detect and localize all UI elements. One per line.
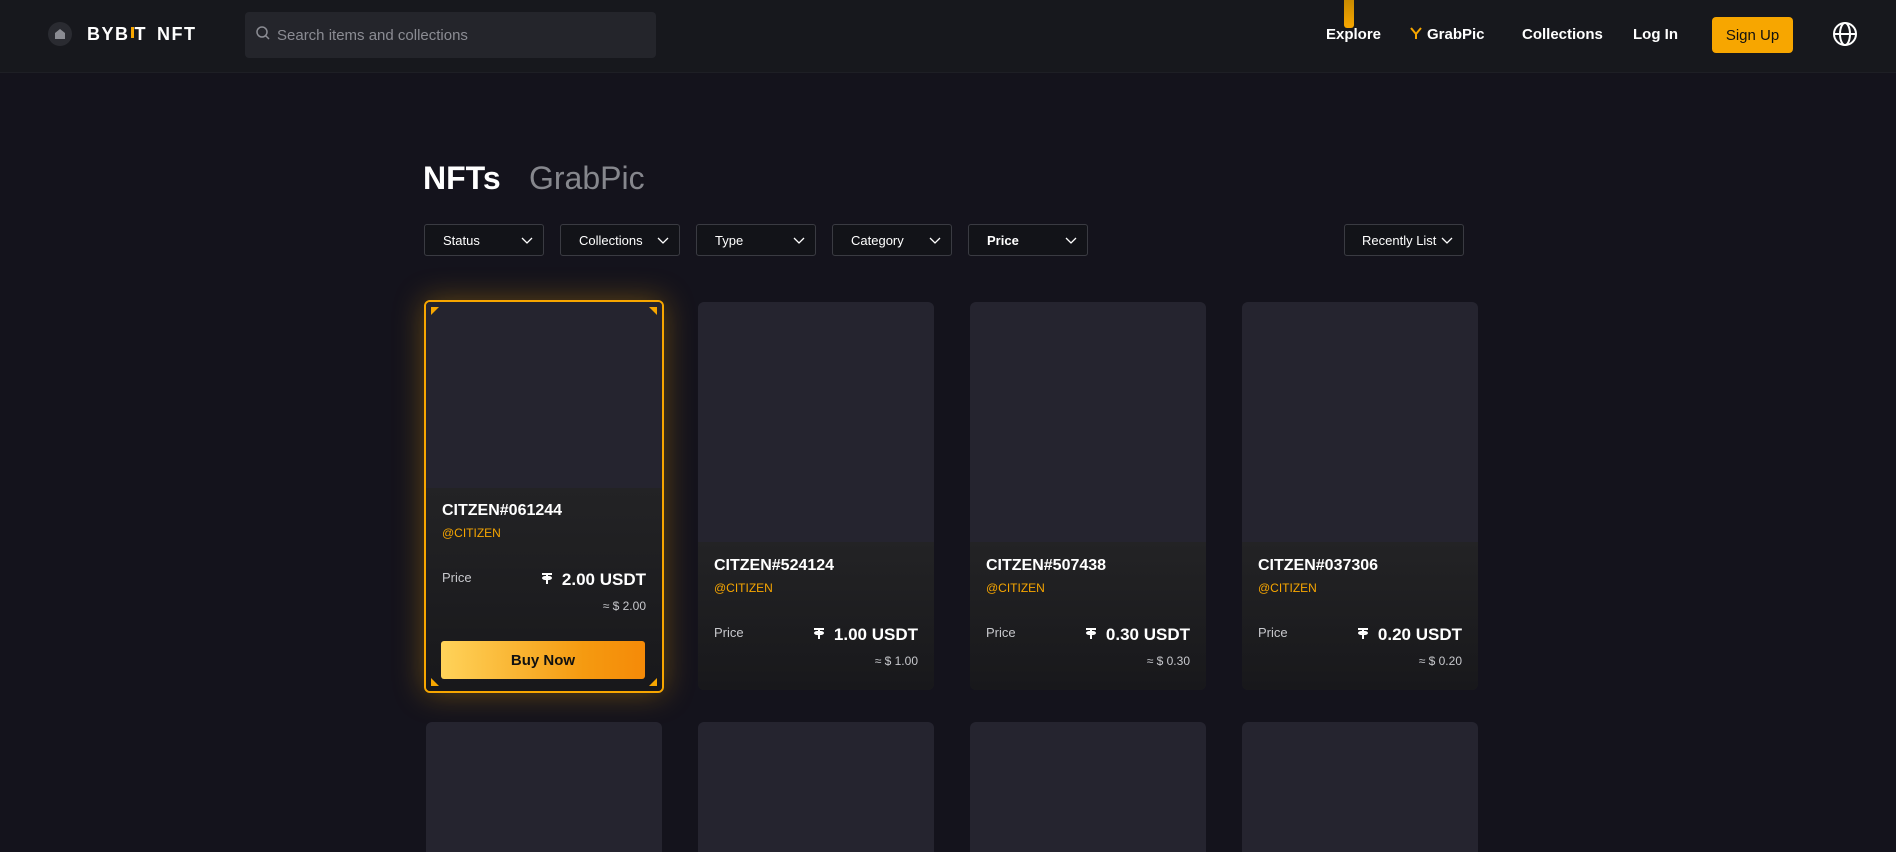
price-amount: 2.00 USDT: [561, 570, 646, 589]
tab-nfts[interactable]: NFTs: [423, 160, 501, 197]
price-value: 0.20 USDT: [1356, 625, 1462, 645]
price-value: 1.00 USDT: [812, 625, 918, 645]
price-usd: ≈ $ 0.30: [1146, 654, 1190, 668]
category-filter[interactable]: Category: [832, 224, 952, 256]
price-filter[interactable]: Price: [968, 224, 1088, 256]
price-label: Price: [442, 570, 472, 585]
chevron-down-icon: [1065, 233, 1077, 248]
nft-card[interactable]: [426, 722, 662, 852]
collections-filter-label: Collections: [579, 232, 643, 248]
nft-image: [698, 302, 934, 542]
nav-collections[interactable]: Collections: [1522, 22, 1603, 46]
nft-card[interactable]: [1242, 722, 1478, 852]
corner-decoration: [431, 678, 439, 686]
login-link[interactable]: Log In: [1633, 22, 1678, 46]
category-filter-label: Category: [851, 232, 904, 248]
search-bar[interactable]: [245, 12, 656, 58]
nft-image: [970, 302, 1206, 542]
logo-nft: NFT: [157, 23, 197, 44]
price-usd: ≈ $ 0.20: [1418, 654, 1462, 668]
corner-decoration: [649, 307, 657, 315]
nft-image: [426, 302, 662, 490]
nft-name: CITZEN#061244: [442, 502, 563, 519]
chevron-down-icon: [1441, 233, 1453, 248]
usdt-icon: [540, 570, 554, 590]
search-input[interactable]: [277, 26, 637, 44]
corner-decoration: [649, 678, 657, 686]
nav-grabpic-label: GrabPic: [1427, 25, 1485, 43]
logo-brand: BYB T: [87, 23, 148, 44]
bybit-nft-logo[interactable]: BYB T NFT: [87, 22, 197, 46]
nft-name: CITZEN#507438: [986, 557, 1107, 574]
price-amount: 0.20 USDT: [1377, 625, 1462, 644]
usdt-icon: [812, 625, 826, 645]
sort-dropdown-label: Recently List: [1362, 232, 1437, 248]
chevron-down-icon: [929, 233, 941, 248]
nav-explore[interactable]: Explore: [1326, 22, 1381, 46]
nft-owner[interactable]: @CITIZEN: [1258, 581, 1317, 595]
usdt-icon: [1084, 625, 1098, 645]
corner-decoration: [431, 307, 439, 315]
sign-up-button[interactable]: Sign Up: [1712, 17, 1793, 53]
nft-owner[interactable]: @CITIZEN: [442, 526, 501, 540]
nft-card[interactable]: CITZEN#507438 @CITIZEN Price 0.30 USDT ≈…: [970, 302, 1206, 690]
price-label: Price: [986, 625, 1016, 640]
price-usd: ≈ $ 1.00: [874, 654, 918, 668]
nft-card-info: CITZEN#507438 @CITIZEN Price 0.30 USDT ≈…: [970, 542, 1206, 690]
collections-filter[interactable]: Collections: [560, 224, 680, 256]
price-amount: 0.30 USDT: [1105, 625, 1190, 644]
chevron-down-icon: [657, 233, 669, 248]
type-filter[interactable]: Type: [696, 224, 816, 256]
price-value: 0.30 USDT: [1084, 625, 1190, 645]
nft-image: [1242, 302, 1478, 542]
nft-owner[interactable]: @CITIZEN: [714, 581, 773, 595]
price-value: 2.00 USDT: [540, 570, 646, 590]
nft-card[interactable]: [970, 722, 1206, 852]
status-filter[interactable]: Status: [424, 224, 544, 256]
status-filter-label: Status: [443, 232, 480, 248]
price-label: Price: [714, 625, 744, 640]
price-filter-label: Price: [987, 232, 1019, 248]
nft-card[interactable]: CITZEN#037306 @CITIZEN Price 0.20 USDT ≈…: [1242, 302, 1478, 690]
price-usd: ≈ $ 2.00: [602, 599, 646, 613]
grabpic-icon: [1410, 26, 1422, 43]
nft-card[interactable]: [698, 722, 934, 852]
nft-name: CITZEN#037306: [1258, 557, 1379, 574]
nft-card-info: CITZEN#524124 @CITIZEN Price 1.00 USDT ≈…: [698, 542, 934, 690]
sort-dropdown[interactable]: Recently List: [1344, 224, 1464, 256]
chevron-down-icon: [521, 233, 533, 248]
chevron-down-icon: [793, 233, 805, 248]
type-filter-label: Type: [715, 232, 744, 248]
tab-grabpic[interactable]: GrabPic: [529, 160, 645, 197]
nft-card[interactable]: CITZEN#061244 @CITIZEN Price 2.00 USDT ≈…: [424, 300, 664, 693]
nav-grabpic[interactable]: GrabPic: [1410, 22, 1485, 46]
buy-now-button[interactable]: Buy Now: [441, 641, 645, 679]
nft-card-info: CITZEN#037306 @CITIZEN Price 0.20 USDT ≈…: [1242, 542, 1478, 690]
price-amount: 1.00 USDT: [833, 625, 918, 644]
search-icon: [255, 25, 271, 46]
nft-name: CITZEN#524124: [714, 557, 835, 574]
nft-card[interactable]: CITZEN#524124 @CITIZEN Price 1.00 USDT ≈…: [698, 302, 934, 690]
nft-owner[interactable]: @CITIZEN: [986, 581, 1045, 595]
home-icon[interactable]: [48, 22, 72, 46]
usdt-icon: [1356, 625, 1370, 645]
globe-icon[interactable]: [1832, 21, 1858, 47]
top-navigation-bar: BYBT NFT Explore GrabPic Collections Log…: [0, 0, 1896, 73]
price-label: Price: [1258, 625, 1288, 640]
